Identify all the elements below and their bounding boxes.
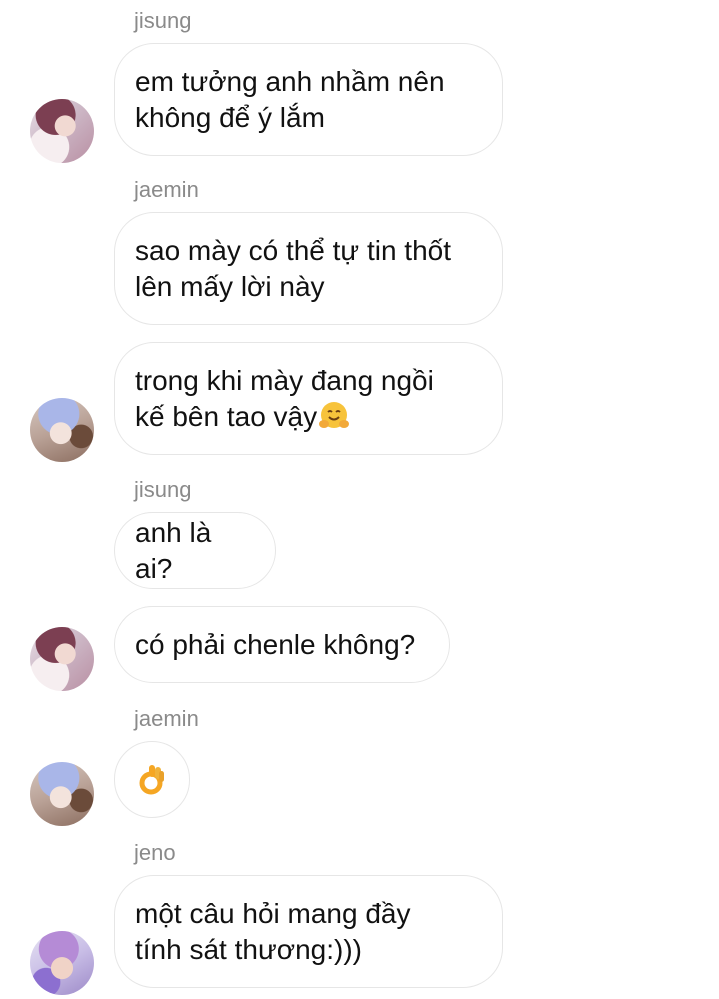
message-bubble[interactable]: có phải chenle không?: [114, 606, 450, 683]
message-text: trong khi mày đang ngồi kế bên tao vậy: [135, 364, 434, 432]
sender-name: jisung: [134, 8, 192, 33]
sender-name: jisung: [134, 477, 192, 502]
ok-hand-emoji: [139, 764, 164, 794]
message-text: sao mày có thể tự tin thốt lên mấy lời n…: [135, 234, 452, 302]
message-text: một câu hỏi mang đầy tính sát thương:))): [135, 897, 411, 965]
avatar-jisung[interactable]: [30, 627, 94, 691]
message-text: em tưởng anh nhầm nên không để ý lắm: [135, 65, 445, 133]
message-bubble[interactable]: em tưởng anh nhầm nên không để ý lắm: [114, 43, 503, 156]
message-bubble[interactable]: một câu hỏi mang đầy tính sát thương:))): [114, 875, 503, 988]
sender-name: jaemin: [134, 706, 199, 731]
message-bubble[interactable]: anh là ai?: [114, 512, 276, 589]
hugging-face-emoji: [319, 401, 350, 428]
message-bubble[interactable]: trong khi mày đang ngồi kế bên tao vậy: [114, 342, 503, 455]
avatar-jisung[interactable]: [30, 99, 94, 163]
message-text-wrap: trong khi mày đang ngồi kế bên tao vậy: [135, 363, 434, 435]
avatar-jaemin[interactable]: [30, 762, 94, 826]
message-text: có phải chenle không?: [135, 628, 416, 660]
avatar-jeno[interactable]: [30, 931, 94, 995]
message-bubble[interactable]: sao mày có thể tự tin thốt lên mấy lời n…: [114, 212, 503, 325]
sender-name: jeno: [134, 840, 176, 865]
sender-name: jaemin: [134, 177, 199, 202]
message-text: anh là ai?: [135, 516, 212, 584]
message-bubble[interactable]: [114, 741, 190, 818]
avatar-jaemin[interactable]: [30, 398, 94, 462]
chat-thread: jisung em tưởng anh nhầm nên không để ý …: [0, 0, 719, 999]
